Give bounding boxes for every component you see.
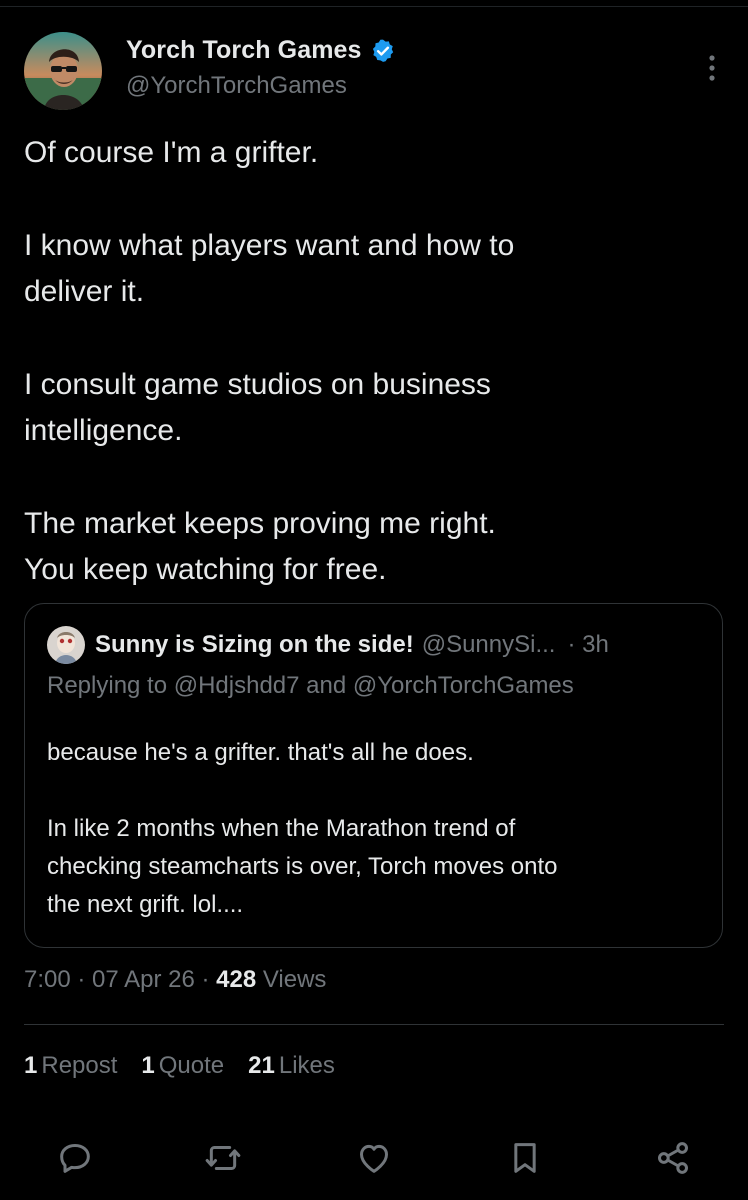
- quotes-count: 1: [141, 1052, 155, 1079]
- top-divider: [0, 6, 748, 7]
- author-display-name[interactable]: Yorch Torch Games: [126, 36, 362, 65]
- tweet-header: Yorch Torch Games @YorchTorchGames: [24, 32, 724, 112]
- likes-stat[interactable]: 21 Likes: [248, 1052, 335, 1080]
- tweet-line: Of course I'm a grifter.: [24, 136, 319, 169]
- tweet-line: The market keeps proving me right.: [24, 507, 496, 540]
- replying-to-line: Replying to @Hdjshdd7 and @YorchTorchGam…: [47, 672, 574, 699]
- like-button[interactable]: [349, 1133, 399, 1183]
- quoted-line: In like 2 months when the Marathon trend…: [47, 815, 516, 842]
- reposts-label: Repost: [41, 1052, 118, 1079]
- likes-label: Likes: [278, 1052, 335, 1079]
- views-count: 428: [216, 966, 257, 993]
- views-label: Views: [256, 966, 327, 993]
- reposts-count: 1: [24, 1052, 38, 1079]
- author-avatar[interactable]: [24, 32, 102, 110]
- quotes-label: Quote: [158, 1052, 225, 1079]
- repost-button[interactable]: [198, 1133, 248, 1183]
- more-options-icon[interactable]: [700, 50, 724, 86]
- tweet-text: Of course I'm a grifter. I know what pla…: [24, 130, 724, 593]
- quoted-author-handle[interactable]: @SunnySi...: [422, 631, 556, 659]
- quoted-tweet-text: because he's a grifter. that's all he do…: [47, 734, 707, 924]
- tweet-line: I know what players want and how to: [24, 229, 515, 262]
- reply-button[interactable]: [50, 1133, 100, 1183]
- quoted-author-name[interactable]: Sunny is Sizing on the side!: [95, 631, 414, 659]
- like-icon: [360, 1144, 388, 1173]
- quoted-author-avatar[interactable]: [47, 626, 85, 664]
- quoted-tweet[interactable]: Sunny is Sizing on the side! @SunnySi...…: [24, 603, 723, 948]
- tweet-line: deliver it.: [24, 275, 145, 308]
- tweet-meta: 7:00 · 07 Apr 26 · 428 Views: [24, 966, 326, 994]
- meta-separator: ·: [70, 966, 93, 993]
- reposts-stat[interactable]: 1 Repost: [24, 1052, 117, 1080]
- share-icon: [658, 1142, 688, 1174]
- quoted-line: checking steamcharts is over, Torch move…: [47, 853, 558, 880]
- likes-count: 21: [248, 1052, 275, 1079]
- quoted-timestamp: · 3h: [567, 631, 609, 658]
- tweet-time: 7:00: [24, 966, 71, 993]
- tweet-line: You keep watching for free.: [24, 553, 387, 586]
- author-handle[interactable]: @YorchTorchGames: [126, 72, 347, 100]
- bookmark-icon: [514, 1143, 536, 1173]
- quoted-line: because he's a grifter. that's all he do…: [47, 739, 474, 766]
- divider: [24, 1024, 724, 1025]
- meta-separator: ·: [194, 966, 217, 993]
- verified-badge-icon: [370, 38, 396, 64]
- quotes-stat[interactable]: 1 Quote: [141, 1052, 224, 1080]
- action-bar: [50, 1133, 700, 1183]
- tweet-line: I consult game studios on business: [24, 368, 491, 401]
- quoted-tweet-header: Sunny is Sizing on the side! @SunnySi...…: [47, 626, 609, 664]
- repost-icon: [205, 1146, 241, 1170]
- tweet-line: intelligence.: [24, 414, 183, 447]
- name-row: Yorch Torch Games: [126, 36, 396, 65]
- quoted-line: the next grift. lol....: [47, 891, 244, 918]
- bookmark-button[interactable]: [500, 1133, 550, 1183]
- share-button[interactable]: [648, 1133, 698, 1183]
- engagement-stats: 1 Repost 1 Quote 21 Likes: [24, 1052, 335, 1080]
- tweet-date: 07 Apr 26: [92, 966, 195, 993]
- reply-icon: [60, 1144, 90, 1173]
